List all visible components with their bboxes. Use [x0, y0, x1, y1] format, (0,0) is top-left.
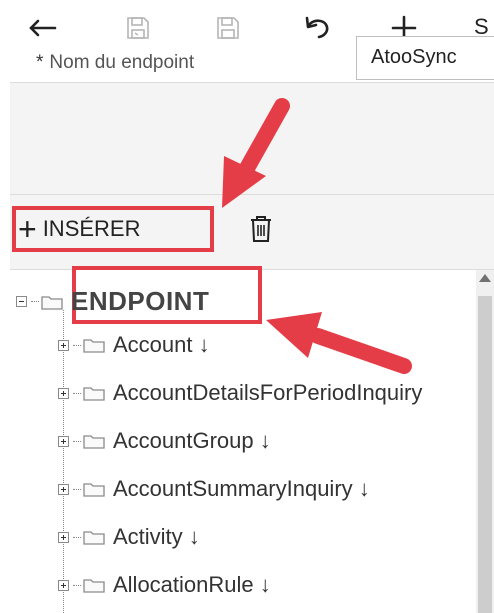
endpoint-name-label: * Nom du endpoint: [36, 52, 194, 74]
save-button[interactable]: [210, 10, 246, 46]
folder-icon: [83, 579, 105, 593]
tree-item-label: AccountGroup ↓: [113, 428, 271, 453]
tree-item-account-group[interactable]: AccountGroup ↓: [58, 428, 271, 454]
tree-root-label: ENDPOINT: [71, 286, 210, 316]
tree-scrollbar[interactable]: [476, 270, 494, 613]
tree-item-label: AccountDetailsForPeriodInquiry: [113, 380, 423, 405]
tree-connector: [73, 440, 81, 442]
arrow-left-icon: [29, 19, 57, 37]
tree-item-label: Account ↓: [113, 332, 210, 357]
tree-connector: [73, 344, 81, 346]
tree-item-account[interactable]: Account ↓: [58, 332, 210, 358]
tree-connector: [73, 536, 81, 538]
expand-icon[interactable]: [58, 531, 69, 543]
expand-icon[interactable]: [58, 339, 69, 351]
tree-root-node[interactable]: ENDPOINT: [16, 286, 209, 317]
folder-icon: [83, 435, 105, 449]
folder-icon: [83, 531, 105, 545]
endpoint-name-label-text: Nom du endpoint: [49, 52, 195, 73]
tree-connector: [73, 584, 81, 586]
back-button[interactable]: [24, 10, 60, 46]
collapse-icon[interactable]: [16, 296, 27, 307]
save-disabled-icon: [127, 17, 149, 39]
undo-icon: [305, 16, 329, 39]
expand-icon[interactable]: [58, 579, 69, 591]
delete-button[interactable]: [248, 214, 274, 249]
expand-icon[interactable]: [58, 483, 69, 495]
expand-icon[interactable]: [58, 435, 69, 447]
save-close-button[interactable]: [120, 10, 156, 46]
trash-icon: [251, 216, 271, 242]
tree-item-label: AccountSummaryInquiry ↓: [113, 476, 370, 501]
scroll-up-icon[interactable]: [479, 274, 491, 282]
endpoint-form: [10, 82, 494, 195]
expand-icon[interactable]: [58, 387, 69, 399]
required-marker: *: [36, 52, 44, 73]
folder-icon: [83, 483, 105, 497]
scrollbar-thumb[interactable]: [478, 296, 492, 613]
tree-connector: [73, 392, 81, 394]
tree-connector: [73, 488, 81, 490]
insert-highlight-box: [12, 206, 214, 252]
tree-connector: [31, 301, 39, 302]
folder-icon: [83, 339, 105, 353]
folder-icon: [83, 387, 105, 401]
undo-button[interactable]: [300, 10, 336, 46]
save-icon: [217, 17, 239, 39]
tree-item-activity[interactable]: Activity ↓: [58, 524, 200, 550]
tree-item-allocation-rule[interactable]: AllocationRule ↓: [58, 572, 271, 598]
folder-icon: [41, 295, 63, 310]
tree-item-label: AllocationRule ↓: [113, 572, 271, 597]
endpoint-name-input[interactable]: AtooSync: [356, 36, 494, 80]
tree-item-label: Activity ↓: [113, 524, 200, 549]
tree-item-account-details[interactable]: AccountDetailsForPeriodInquiry: [58, 380, 422, 406]
tree-item-account-summary[interactable]: AccountSummaryInquiry ↓: [58, 476, 370, 502]
